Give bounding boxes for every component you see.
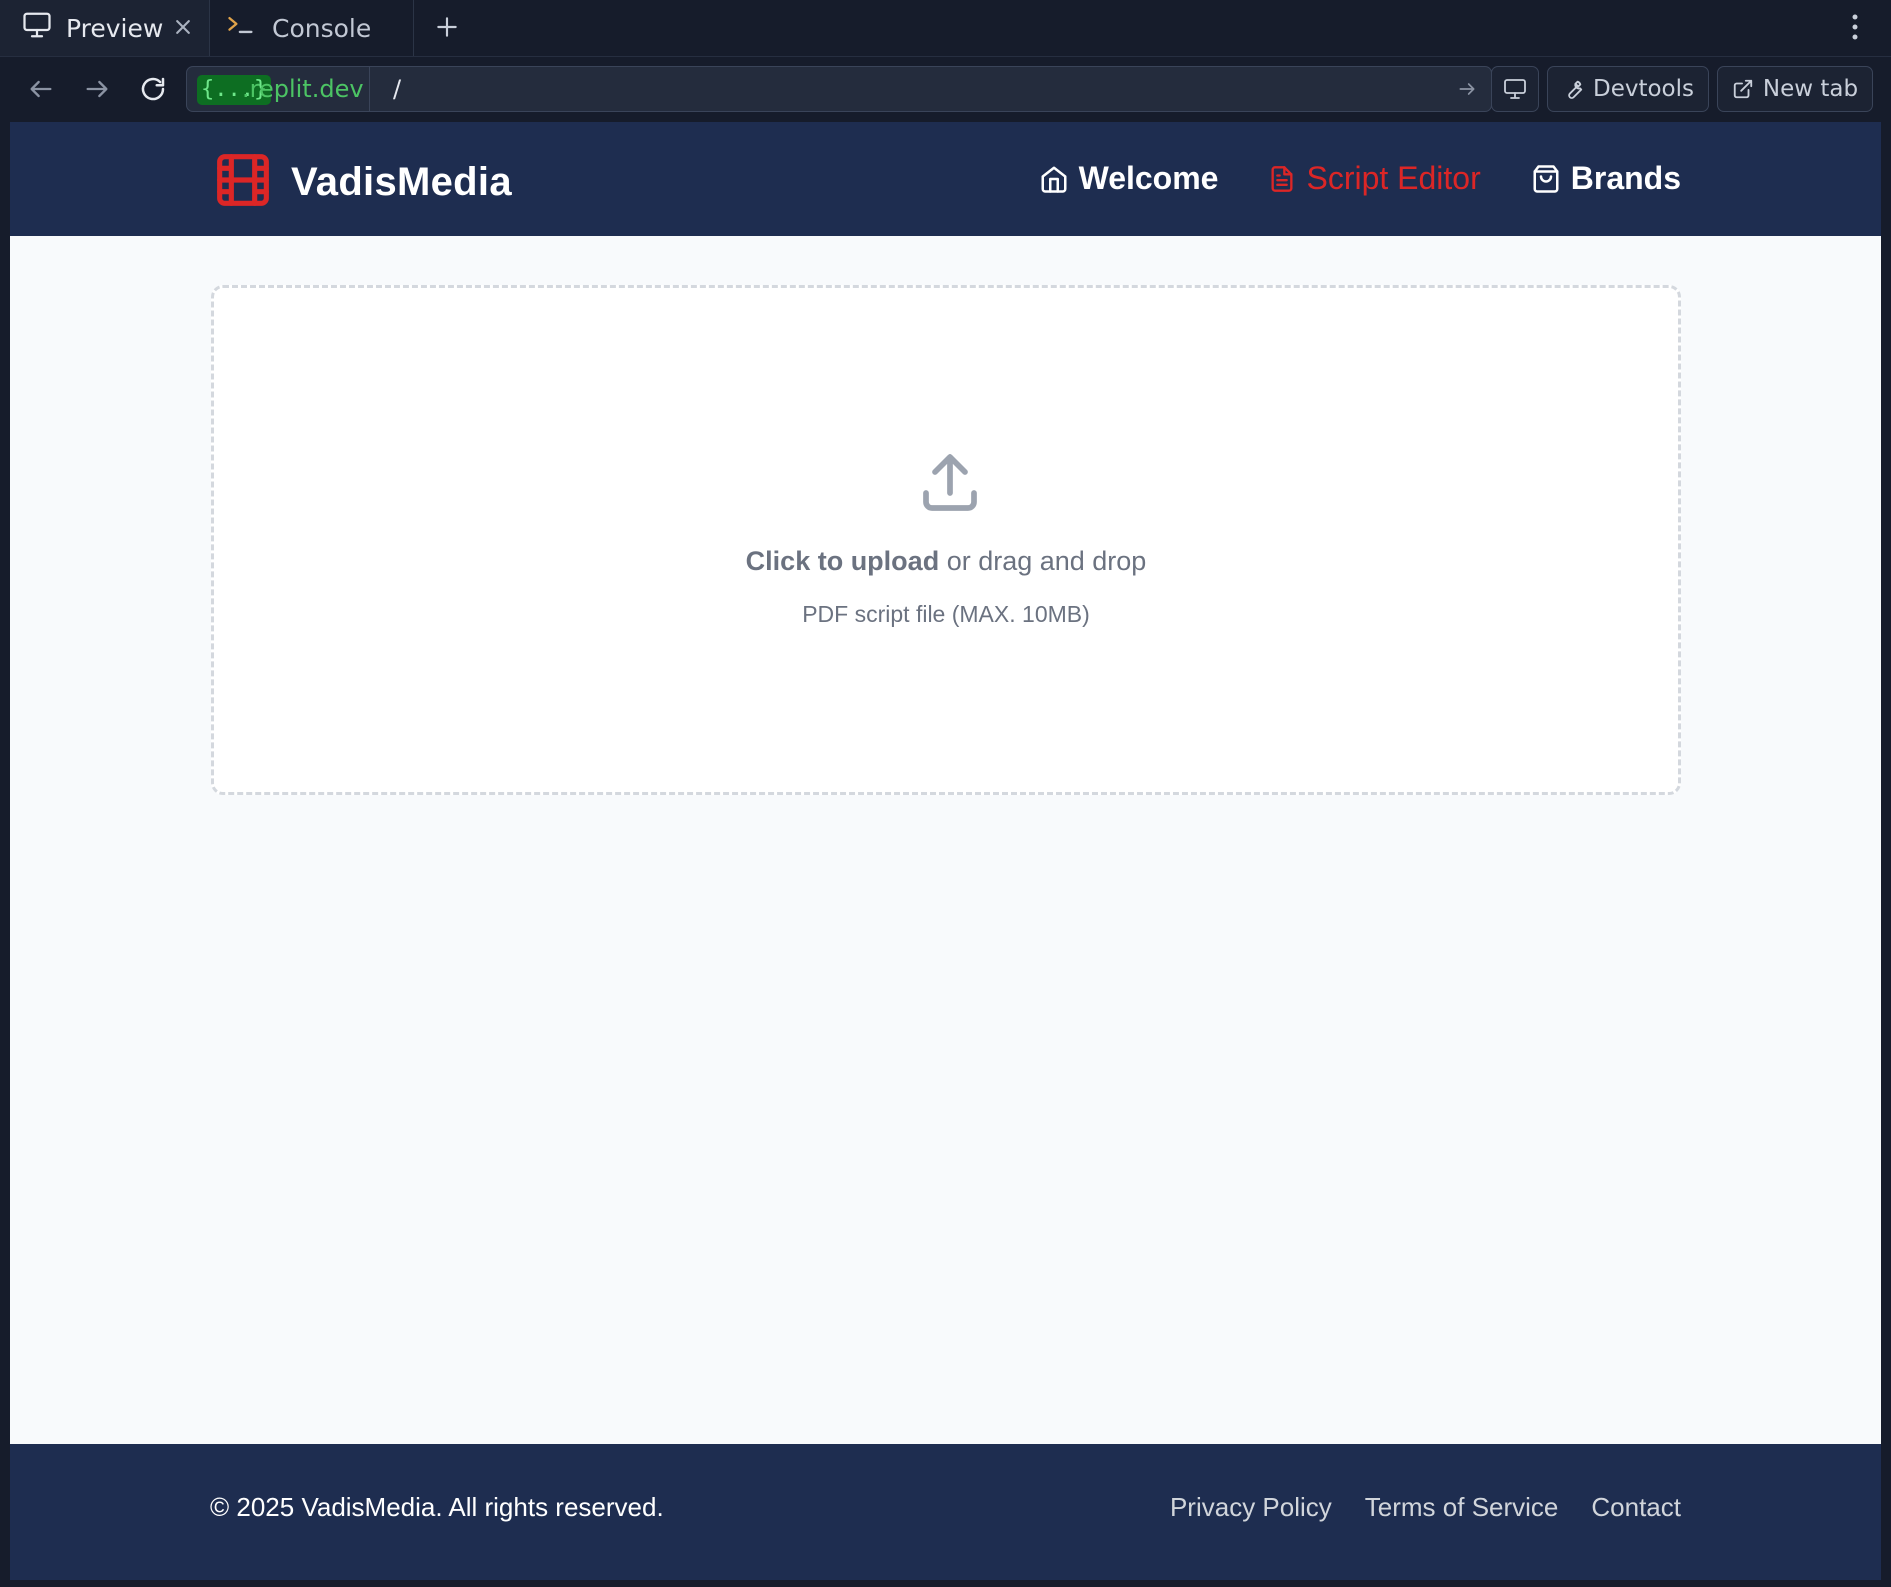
external-link-icon [1733,79,1753,99]
address-divider [369,67,370,111]
tab-preview-label: Preview [66,13,164,43]
more-vertical-icon[interactable] [1849,12,1861,42]
forward-button[interactable] [80,72,114,106]
nav-label-script-editor: Script Editor [1306,160,1481,196]
nav-item-welcome[interactable]: Welcome [1039,160,1219,197]
domain-text: .replit.dev [242,75,364,103]
nav-item-script-editor[interactable]: Script Editor [1268,160,1481,197]
back-button[interactable] [24,72,58,106]
terminal-icon [226,13,256,43]
footer-link-privacy[interactable]: Privacy Policy [1170,1492,1332,1523]
tab-console-label: Console [272,13,372,43]
nav-label-brands: Brands [1570,160,1681,196]
arrow-right-icon [86,80,108,98]
url-path[interactable]: / [393,67,401,111]
app-footer: © 2025 VadisMedia. All rights reserved. … [10,1444,1881,1580]
upload-hint: PDF script file (MAX. 10MB) [802,601,1090,627]
app-header: VadisMedia Welcome Script Editor Brands [10,122,1881,236]
file-dropzone[interactable]: Click to upload or drag and drop PDF scr… [211,285,1681,795]
upload-cta[interactable]: Click to upload [746,546,940,576]
arrow-left-icon [30,80,52,98]
device-toggle-button[interactable] [1491,66,1539,112]
home-icon [1041,166,1067,193]
footer-links: Privacy Policy Terms of Service Contact [1137,1492,1681,1523]
upload-instructions: Click to upload or drag and drop [214,546,1678,577]
film-icon [215,152,271,212]
devtools-label: Devtools [1592,76,1694,102]
brand-name: VadisMedia [291,159,512,204]
plus-icon [437,17,457,37]
preview-url-bar: {...} .replit.dev / Devtools New tab [10,57,1881,121]
file-text-icon [1271,165,1293,192]
wrench-icon [1568,80,1583,99]
nav-label-welcome: Welcome [1078,160,1219,196]
tab-preview[interactable]: Preview [0,0,210,56]
main-nav: Welcome Script Editor Brands [989,160,1681,197]
upload-cta-rest: or drag and drop [939,546,1147,576]
footer-link-terms[interactable]: Terms of Service [1365,1492,1559,1523]
reload-button[interactable] [136,72,170,106]
footer-link-contact[interactable]: Contact [1591,1492,1681,1523]
tab-console[interactable]: Console [210,0,414,56]
new-tab-button[interactable]: New tab [1717,66,1873,112]
close-icon[interactable] [169,13,197,41]
shopping-bag-icon [1533,164,1559,193]
upload-icon [914,448,986,520]
refresh-icon [141,77,165,101]
devtools-button[interactable]: Devtools [1547,66,1709,112]
ide-tab-bar: Preview Console [0,0,1891,57]
monitor-icon [1504,79,1526,99]
preview-viewport: VadisMedia Welcome Script Editor Brands … [10,122,1881,1580]
monitor-icon [22,11,52,45]
go-arrow-icon[interactable] [1457,79,1477,99]
copyright-text: © 2025 VadisMedia. All rights reserved. [210,1492,664,1522]
nav-item-brands[interactable]: Brands [1531,160,1681,197]
logo[interactable]: VadisMedia [215,152,512,212]
new-tab-label: New tab [1762,76,1859,102]
add-tab-button[interactable] [430,10,464,44]
address-field[interactable]: {...} .replit.dev / [186,66,1492,112]
